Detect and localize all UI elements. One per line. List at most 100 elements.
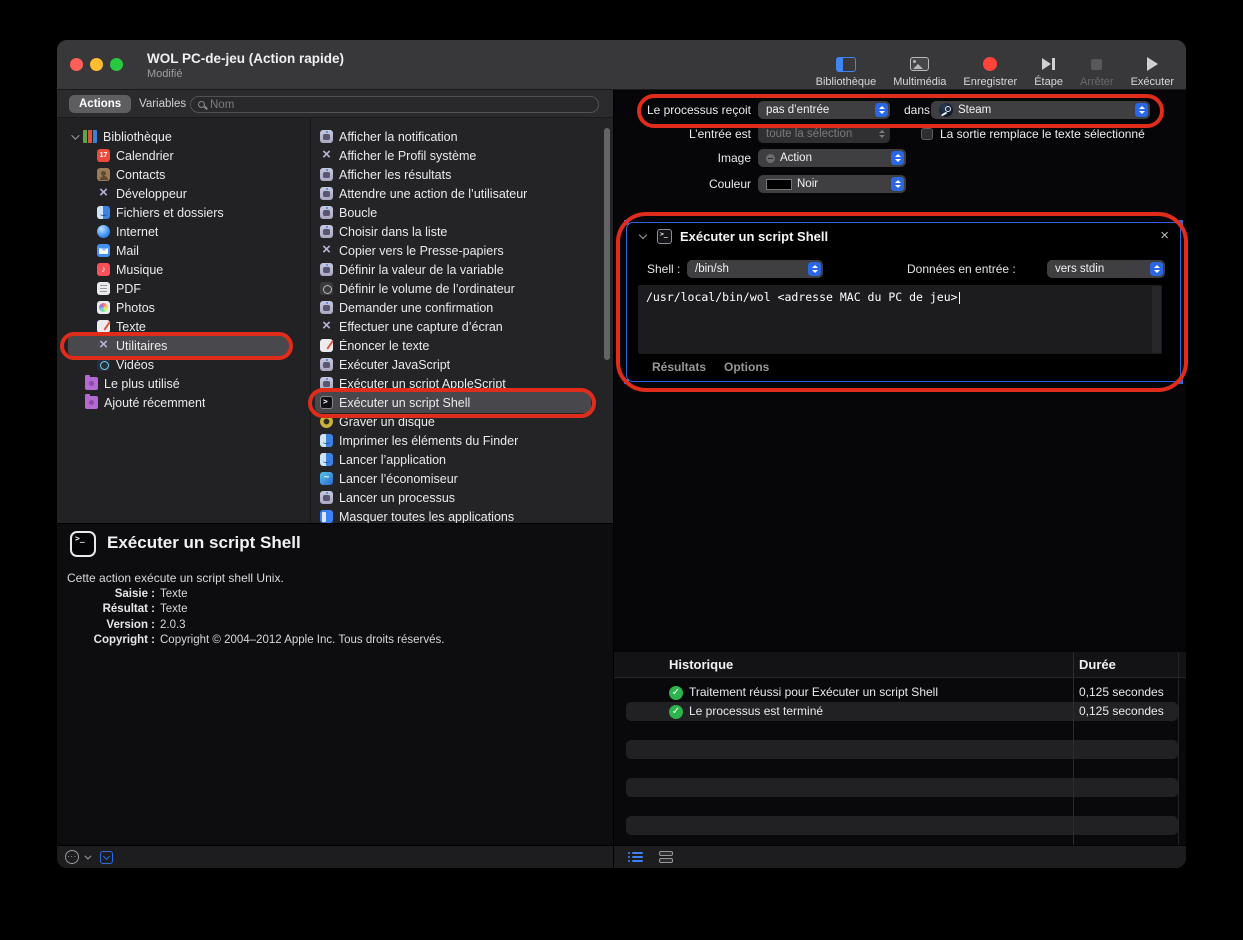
tab-actions[interactable]: Actions <box>69 95 131 113</box>
action-item-demander-une-confirmation[interactable]: Demander une confirmation <box>311 298 613 317</box>
action-item-d-finir-le-volume-de-l-ordinateur[interactable]: Définir le volume de l’ordinateur <box>311 279 613 298</box>
action-item-ex-cuter-javascript[interactable]: Exécuter JavaScript <box>311 355 613 374</box>
description-fields: Saisie :TexteRésultat :TexteVersion :2.0… <box>57 586 613 648</box>
library-icon <box>83 130 97 143</box>
item-label: Exécuter un script AppleScript <box>339 377 506 391</box>
sidebar-item-texte[interactable]: Texte <box>57 317 310 336</box>
tab-variables[interactable]: Variables <box>129 95 196 113</box>
popup-stepper-icon <box>875 127 888 141</box>
shell-popup[interactable]: /bin/sh <box>687 260 823 278</box>
item-label: Attendre une action de l’utilisateur <box>339 187 527 201</box>
action-list-scrollbar[interactable] <box>604 128 610 360</box>
zoom-window-button[interactable] <box>110 58 123 71</box>
action-item-afficher-la-notification[interactable]: Afficher la notification <box>311 127 613 146</box>
application-popup[interactable]: Steam <box>931 101 1150 119</box>
action-item-afficher-les-r-sultats[interactable]: Afficher les résultats <box>311 165 613 184</box>
item-label: Contacts <box>116 168 165 182</box>
sidebar-item-mail[interactable]: Mail <box>57 241 310 260</box>
xtools-icon <box>320 244 333 257</box>
run-icon <box>1147 57 1158 71</box>
item-label: Graver un disque <box>339 415 435 429</box>
history-column-header: Historique <box>669 652 733 678</box>
chevron-down-icon <box>84 852 91 859</box>
xtools-icon <box>97 339 110 352</box>
sidebar-item-utilitaires[interactable]: Utilitaires <box>57 336 310 355</box>
item-label: Imprimer les éléments du Finder <box>339 434 518 448</box>
finder-icon <box>320 434 333 447</box>
selection-popup: toute la sélection <box>758 125 890 143</box>
sidebar-item-calendrier[interactable]: Calendrier <box>57 146 310 165</box>
stop-toolbar-button: Arrêter <box>1080 56 1114 88</box>
media-browser-toggle[interactable] <box>100 851 113 864</box>
desktop-background: WOL PC-de-jeu (Action rapide) Modifié Bi… <box>0 0 1243 940</box>
item-label: Texte <box>116 320 146 334</box>
search-input[interactable] <box>210 99 591 111</box>
sidebar-item-vid-os[interactable]: Vidéos <box>57 355 310 374</box>
action-item-lancer-l-application[interactable]: Lancer l’application <box>311 450 613 469</box>
options-link[interactable]: Options <box>724 360 769 374</box>
search-field[interactable] <box>190 96 599 113</box>
robot-icon <box>320 301 333 314</box>
robot-icon <box>320 206 333 219</box>
record-toolbar-button[interactable]: Enregistrer <box>963 56 1017 88</box>
close-window-button[interactable] <box>70 58 83 71</box>
action-item-lancer-un-processus[interactable]: Lancer un processus <box>311 488 613 507</box>
library-toolbar-button[interactable]: Bibliothèque <box>816 56 877 88</box>
item-label: Développeur <box>116 187 187 201</box>
collapse-chevron-icon[interactable] <box>639 231 647 239</box>
sidebar-item-pdf[interactable]: PDF <box>57 279 310 298</box>
sidebar-item-contacts[interactable]: Contacts <box>57 165 310 184</box>
sidebar-folder-ajout-r-cemment[interactable]: Ajouté récemment <box>57 393 310 412</box>
log-list-view-button[interactable] <box>632 850 643 865</box>
action-item-choisir-dans-la-liste[interactable]: Choisir dans la liste <box>311 222 613 241</box>
script-editor[interactable]: /usr/local/bin/wol <adresse MAC du PC de… <box>638 285 1162 354</box>
action-item-graver-un-disque[interactable]: Graver un disque <box>311 412 613 431</box>
sidebar-item-bibliotheque[interactable]: Bibliothèque <box>57 127 310 146</box>
shell-script-action-panel[interactable]: Exécuter un script Shell × Shell : /bin/… <box>626 222 1181 382</box>
image-popup[interactable]: Action <box>758 149 906 167</box>
close-action-button[interactable]: × <box>1160 227 1169 244</box>
log-panel-view-button[interactable] <box>659 850 673 865</box>
action-item-attendre-une-action-de-l-utilisateur[interactable]: Attendre une action de l’utilisateur <box>311 184 613 203</box>
history-row[interactable]: ✓Traitement réussi pour Exécuter un scri… <box>614 683 1186 702</box>
record-icon <box>983 57 997 71</box>
media-toolbar-button[interactable]: Multimédia <box>893 56 946 88</box>
item-label: Lancer l’application <box>339 453 446 467</box>
action-item-copier-vers-le-presse-papiers[interactable]: Copier vers le Presse-papiers <box>311 241 613 260</box>
sidebar-item-internet[interactable]: Internet <box>57 222 310 241</box>
sidebar-item-d-veloppeur[interactable]: Développeur <box>57 184 310 203</box>
action-item-imprimer-les-l-ments-du-finder[interactable]: Imprimer les éléments du Finder <box>311 431 613 450</box>
action-item-afficher-le-profil-syst-me[interactable]: Afficher le Profil système <box>311 146 613 165</box>
input-type-popup[interactable]: pas d’entrée <box>758 101 890 119</box>
action-item-lancer-l-conomiseur[interactable]: Lancer l’économiseur <box>311 469 613 488</box>
action-item-boucle[interactable]: Boucle <box>311 203 613 222</box>
disclosure-chevron-icon[interactable] <box>71 131 79 139</box>
action-item-d-finir-la-valeur-de-la-variable[interactable]: Définir la valeur de la variable <box>311 260 613 279</box>
replace-text-checkbox[interactable] <box>921 128 933 140</box>
workflow-options-button[interactable]: ··· <box>65 850 79 864</box>
sidebar-item-photos[interactable]: Photos <box>57 298 310 317</box>
action-item-effectuer-une-capture-d-cran[interactable]: Effectuer une capture d’écran <box>311 317 613 336</box>
action-list: Afficher la notificationAfficher le Prof… <box>311 118 613 523</box>
action-item--noncer-le-texte[interactable]: Énoncer le texte <box>311 336 613 355</box>
stdin-popup[interactable]: vers stdin <box>1047 260 1165 278</box>
sidebar-item-musique[interactable]: Musique <box>57 260 310 279</box>
sidebar-folder-le-plus-utilis-[interactable]: Le plus utilisé <box>57 374 310 393</box>
script-scrollbar[interactable] <box>1152 286 1161 353</box>
action-item-masquer-toutes-les-applications[interactable]: Masquer toutes les applications <box>311 507 613 523</box>
history-row[interactable]: ✓Le processus est terminé0,125 secondes <box>614 702 1186 721</box>
title-bar: WOL PC-de-jeu (Action rapide) Modifié Bi… <box>57 40 1186 90</box>
action-item-ex-cuter-un-script-applescript[interactable]: Exécuter un script AppleScript <box>311 374 613 393</box>
item-label: Demander une confirmation <box>339 301 493 315</box>
step-toolbar-button[interactable]: Étape <box>1034 56 1063 88</box>
shell-script-icon <box>657 229 672 244</box>
results-link[interactable]: Résultats <box>652 360 706 374</box>
minimize-window-button[interactable] <box>90 58 103 71</box>
item-label: Afficher les résultats <box>339 168 451 182</box>
action-item-ex-cuter-un-script-shell[interactable]: Exécuter un script Shell <box>311 393 613 412</box>
run-toolbar-button[interactable]: Exécuter <box>1131 56 1174 88</box>
item-label: Effectuer une capture d’écran <box>339 320 503 334</box>
replace-text-label: La sortie remplace le texte sélectionné <box>940 124 1145 144</box>
color-popup[interactable]: Noir <box>758 175 906 193</box>
sidebar-item-fichiers-et-dossiers[interactable]: Fichiers et dossiers <box>57 203 310 222</box>
